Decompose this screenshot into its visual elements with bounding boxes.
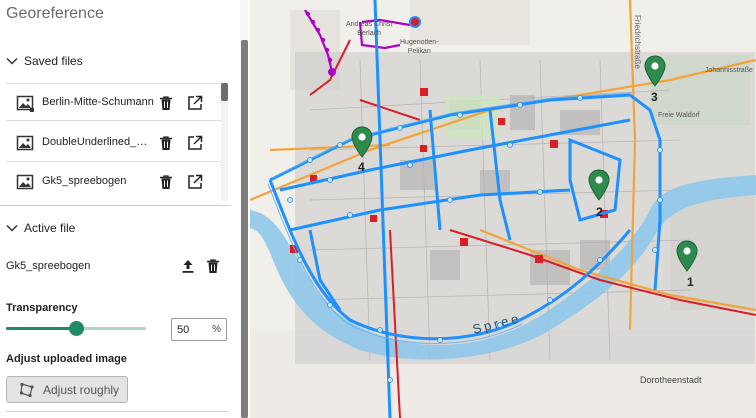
panel-title: Georeference <box>6 5 104 22</box>
map-label-friedrichstrasse: Friedrichstraße <box>633 15 642 69</box>
map-label-waldorf: Freie Waldorf <box>658 112 700 119</box>
adjust-image-label: Adjust uploaded image <box>6 353 128 365</box>
saved-files-section-toggle[interactable]: Saved files <box>6 54 83 68</box>
map-label-line: Andreas Christ <box>346 21 393 28</box>
map-label-line: Berlach <box>357 30 382 37</box>
map-label-johannisstrasse: Johannisstraße <box>705 67 753 74</box>
image-icon <box>16 95 34 112</box>
adjust-roughly-button[interactable]: Adjust roughly <box>6 376 128 403</box>
trash-icon[interactable] <box>158 95 174 111</box>
map-marker-icon[interactable] <box>351 126 373 158</box>
saved-file-row[interactable]: Berlin-Mitte-Schumann <box>6 83 221 121</box>
control-point-label: 1 <box>687 275 694 289</box>
saved-file-name: Berlin-Mitte-Schumann <box>42 96 154 108</box>
map-canvas[interactable]: Andreas Christ Berlach Hugenotten- Pelik… <box>250 0 756 418</box>
map-label-andreas: Andreas Christ Berlach <box>346 20 392 38</box>
upload-icon[interactable] <box>180 258 196 274</box>
map-label-dorotheenstadt: Dorotheenstadt <box>640 375 702 385</box>
trash-icon[interactable] <box>158 135 174 151</box>
saved-file-name: DoubleUnderlined_Berlin <box>42 136 154 148</box>
saved-file-name: Gk5_spreebogen <box>42 175 127 187</box>
image-icon <box>16 135 34 151</box>
chevron-down-icon <box>6 57 18 65</box>
active-file-section-toggle[interactable]: Active file <box>6 221 75 235</box>
open-external-icon[interactable] <box>186 94 204 112</box>
active-file-name: Gk5_spreebogen <box>6 260 91 272</box>
adjust-roughly-label: Adjust roughly <box>43 382 120 397</box>
control-point-label: 2 <box>596 205 603 219</box>
file-list-scrollbar-thumb[interactable] <box>221 83 228 101</box>
transparency-slider-fill <box>6 327 76 330</box>
map-label-line: Pelikan <box>407 48 431 55</box>
open-external-icon[interactable] <box>186 134 204 152</box>
transparency-input[interactable]: 50 % <box>171 318 227 341</box>
map-marker-icon[interactable] <box>588 169 610 201</box>
georeference-panel: Georeference Saved files Berlin-Mitte-Sc… <box>0 0 250 418</box>
map-layers <box>250 0 756 418</box>
map-marker-icon[interactable] <box>644 55 666 87</box>
control-point-label: 4 <box>358 160 365 174</box>
section-divider <box>0 205 230 206</box>
saved-files-header: Saved files <box>24 54 83 68</box>
map-label-line: Hugenotten- <box>400 39 439 46</box>
adjust-icon <box>19 382 34 397</box>
open-external-icon[interactable] <box>186 173 204 191</box>
trash-icon[interactable] <box>158 174 174 190</box>
control-point-label: 3 <box>651 90 658 104</box>
transparency-label: Transparency <box>6 302 78 314</box>
image-icon <box>16 174 34 190</box>
transparency-value[interactable]: 50 <box>177 324 189 336</box>
section-divider <box>6 411 228 412</box>
active-file-header: Active file <box>24 221 76 235</box>
trash-icon[interactable] <box>205 258 221 274</box>
panel-scrollbar-thumb[interactable] <box>241 40 248 418</box>
map-marker-icon[interactable] <box>676 240 698 272</box>
transparency-unit: % <box>212 324 221 335</box>
transparency-slider-handle[interactable] <box>68 321 84 336</box>
chevron-down-icon <box>6 224 18 232</box>
saved-file-row[interactable]: DoubleUnderlined_Berlin <box>6 124 221 162</box>
map-label-pelikan: Hugenotten- Pelikan <box>400 38 439 56</box>
saved-file-row[interactable]: Gk5_spreebogen <box>6 163 221 201</box>
